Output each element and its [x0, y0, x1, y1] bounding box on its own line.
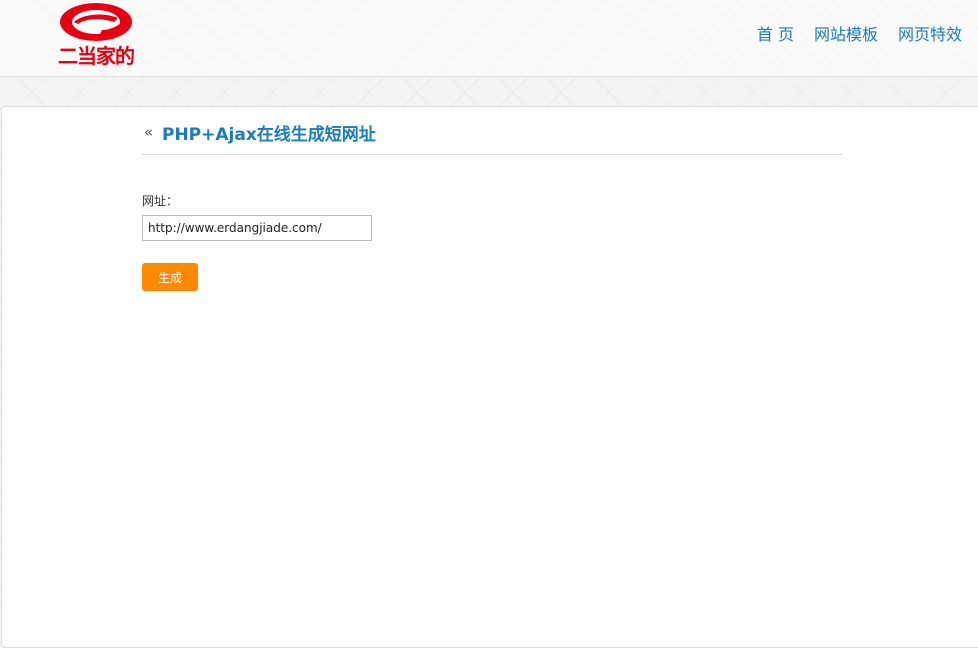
- double-chevron-left-icon[interactable]: «: [144, 122, 153, 142]
- logo-text: 二当家的: [58, 44, 135, 68]
- generate-button[interactable]: 生成: [142, 263, 198, 291]
- e-swoosh-logo-icon: [60, 3, 132, 41]
- nav-item-effects[interactable]: 网页特效: [898, 24, 962, 46]
- page-title: PHP+Ajax在线生成短网址: [162, 125, 376, 145]
- main-content: « PHP+Ajax在线生成短网址 网址： 生成: [142, 120, 842, 291]
- url-label: 网址：: [142, 194, 179, 208]
- site-logo[interactable]: 二当家的: [50, 0, 142, 72]
- nav-item-templates[interactable]: 网站模板: [814, 24, 878, 46]
- nav-item-home[interactable]: 首 页: [757, 24, 794, 46]
- url-input[interactable]: [142, 215, 372, 241]
- site-header: 二当家的 首 页 网站模板 网页特效: [0, 0, 978, 77]
- content-panel: [1, 106, 978, 648]
- main-nav: 首 页 网站模板 网页特效: [737, 24, 962, 46]
- title-row: « PHP+Ajax在线生成短网址: [142, 120, 842, 155]
